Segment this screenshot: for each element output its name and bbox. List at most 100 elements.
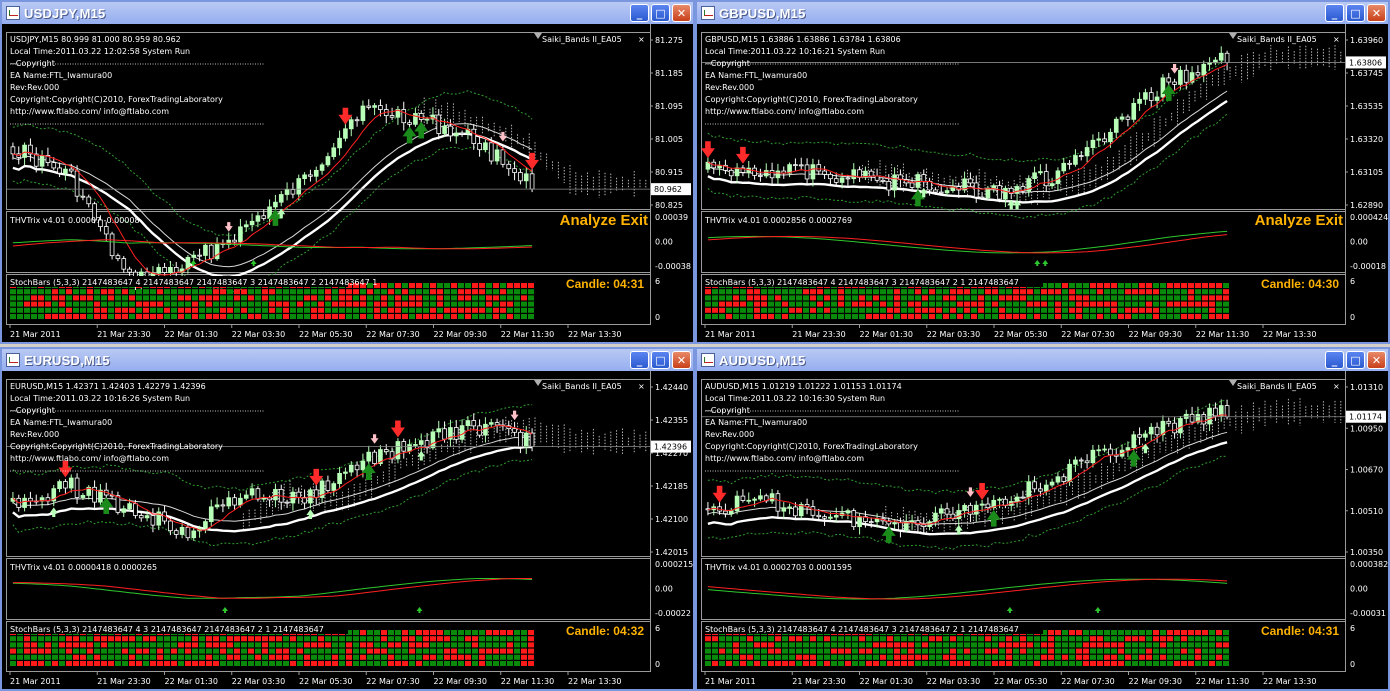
stoch-cell [789, 654, 795, 660]
minimize-button[interactable]: _ [630, 4, 649, 22]
candle-body [1154, 96, 1160, 101]
close-button[interactable]: ✕ [1367, 4, 1386, 22]
stoch-cell [1216, 648, 1222, 654]
minimize-button[interactable]: _ [630, 351, 649, 369]
stoch-cell [66, 295, 72, 301]
stoch-cell [178, 636, 184, 642]
stoch-cell [831, 295, 837, 301]
close-button[interactable]: ✕ [672, 4, 691, 22]
close-button[interactable]: ✕ [1367, 351, 1386, 369]
title-bar[interactable]: AUDUSD,M15 _ □ ✕ [697, 349, 1388, 371]
stoch-cell [880, 307, 886, 313]
stoch-cell [458, 642, 464, 648]
candle-body [115, 495, 121, 513]
maximize-button[interactable]: □ [1346, 351, 1365, 369]
chart-window-audusd[interactable]: AUDUSD,M15 _ □ ✕ 1.01174 1.01310 1.00950 1.… [695, 347, 1390, 691]
stoch-cell [740, 648, 746, 654]
stoch-cell [824, 636, 830, 642]
chart-window-usdjpy[interactable]: USDJPY,M15 _ □ ✕ 80.962 81.275 81.185 81.09… [0, 0, 695, 344]
stoch-cell [964, 654, 970, 660]
down-arrow-icon [224, 222, 233, 232]
maximize-button[interactable]: □ [651, 351, 670, 369]
stoch-cell [740, 301, 746, 307]
close-button[interactable]: ✕ [672, 351, 691, 369]
chart-window-eurusd[interactable]: EURUSD,M15 _ □ ✕ 1.42396 1.42440 1.42355 1.… [0, 347, 695, 691]
stoch-cell [325, 661, 331, 666]
chart-area[interactable]: 1.42396 1.42440 1.42355 1.42270 1.42185 1.421… [2, 371, 693, 689]
chart-area[interactable]: 80.962 81.275 81.185 81.095 81.005 80.915 80.8… [2, 24, 693, 342]
maximize-button[interactable]: □ [1346, 4, 1365, 22]
stoch-cell [1153, 295, 1159, 301]
stoch-cell [901, 654, 907, 660]
chart-area[interactable]: 1.01174 1.01310 1.00950 1.00670 1.00510 1.003… [697, 371, 1388, 689]
chart-window-gbpusd[interactable]: GBPUSD,M15 _ □ ✕ 1.63806 1.63960 1.63745 1.… [695, 0, 1390, 344]
stoch-cell [726, 648, 732, 654]
maximize-button[interactable]: □ [651, 4, 670, 22]
stoch-cell [262, 654, 268, 660]
minimize-button[interactable]: _ [1325, 4, 1344, 22]
stoch-cell [936, 289, 942, 295]
time-tick-label: 22 Mar 01:30 [165, 330, 218, 339]
stoch-cell [101, 301, 107, 307]
title-bar[interactable]: GBPUSD,M15 _ □ ✕ [697, 2, 1388, 24]
stoch-cell [192, 648, 198, 654]
stoch-cell [129, 636, 135, 642]
info-line: AUDUSD,M15 1.01219 1.01222 1.01153 1.011… [705, 382, 902, 391]
stoch-cell [17, 295, 23, 301]
title-bar[interactable]: EURUSD,M15 _ □ ✕ [2, 349, 693, 371]
trix-main-line [12, 578, 533, 599]
stoch-cell [1027, 661, 1033, 666]
stoch-cell [1034, 314, 1040, 319]
stoch-cell [866, 301, 872, 307]
candle-body [22, 497, 27, 508]
candle-body [80, 195, 86, 198]
stoch-cell [1139, 661, 1145, 666]
stoch-cell [451, 661, 457, 666]
stoch-cell [1118, 636, 1124, 642]
candle-body [313, 169, 319, 177]
stoch-cell [381, 301, 387, 307]
stoch-cell [199, 307, 205, 313]
stoch-cell [719, 289, 725, 295]
stoch-cell [276, 314, 282, 319]
stoch-cell [1125, 289, 1131, 295]
candle-body [220, 504, 226, 507]
candle-body [308, 174, 313, 177]
title-bar[interactable]: USDJPY,M15 _ □ ✕ [2, 2, 693, 24]
stoch-cell [1076, 642, 1082, 648]
stoch-cell [206, 661, 212, 666]
stoch-cell [929, 648, 935, 654]
stoch-cell [136, 301, 142, 307]
stoch-cell [1097, 295, 1103, 301]
candle-body [418, 440, 424, 445]
stoch-cell [1118, 307, 1124, 313]
stoch-cell [255, 661, 261, 666]
stoch-cell [943, 648, 949, 654]
stoch-cell [1195, 642, 1201, 648]
candle-body [39, 155, 45, 167]
stoch-cell [402, 301, 408, 307]
stoch-cell [1223, 307, 1229, 313]
stoch-cell [465, 636, 471, 642]
chart-area[interactable]: 1.63806 1.63960 1.63745 1.63535 1.63320 1.631… [697, 24, 1388, 342]
stoch-cell [262, 642, 268, 648]
stoch-cell [472, 648, 478, 654]
stoch-cell [248, 314, 254, 319]
candle-body [523, 432, 529, 448]
stoch-cell [901, 648, 907, 654]
candle-body [86, 196, 92, 205]
stoch-cell [810, 636, 816, 642]
candle-body [208, 506, 214, 523]
price-tick-label: 1.00350 [1350, 548, 1383, 557]
stoch-cell [775, 648, 781, 654]
stoch-cell [129, 314, 135, 319]
stoch-cell [1174, 642, 1180, 648]
stoch-cell [262, 289, 268, 295]
stoch-cell [423, 283, 429, 288]
candle-body [255, 488, 261, 500]
stoch-cell [493, 314, 499, 319]
minimize-button[interactable]: _ [1325, 351, 1344, 369]
stoch-cell [325, 636, 331, 642]
price-tick-label: 1.42270 [655, 449, 688, 458]
stoch-cell [325, 654, 331, 660]
